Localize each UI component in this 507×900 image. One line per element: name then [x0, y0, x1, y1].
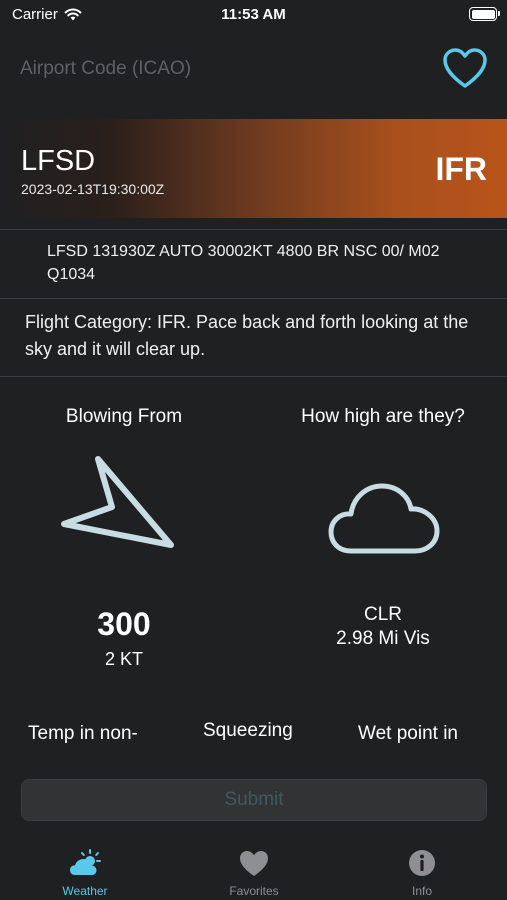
flight-category-description: Flight Category: IFR. Pace back and fort… [25, 312, 469, 359]
wind-speed-value: 2 KT [104, 649, 143, 669]
pressure-label: Squeezing [203, 720, 293, 741]
visibility-value: 2.98 Mi Vis [336, 628, 430, 649]
battery-icon [469, 7, 500, 21]
tab-favorites-label: Favorites [229, 884, 279, 898]
heart-outline-icon [443, 48, 487, 88]
tab-info[interactable]: Info [362, 838, 482, 900]
tab-bar: Weather Favorites Info [0, 838, 507, 900]
heart-icon [240, 851, 268, 876]
info-icon [409, 850, 435, 876]
tab-info-label: Info [411, 884, 432, 898]
status-bar: Carrier 11:53 AM [0, 0, 507, 30]
station-id: LFSD [21, 145, 96, 177]
tab-weather-label: Weather [62, 884, 108, 898]
raw-metar-text: LFSD 131930Z AUTO 30002KT 4800 BR NSC 00… [47, 243, 440, 283]
divider [0, 298, 507, 299]
flight-category-banner: LFSD 2023-02-13T19:30:00Z IFR [0, 119, 507, 218]
favorite-button[interactable] [441, 46, 489, 90]
search-row [0, 40, 507, 100]
observation-time: 2023-02-13T19:30:00Z [21, 181, 165, 197]
submit-button[interactable]: Submit [21, 779, 487, 821]
tab-favorites[interactable]: Favorites [194, 838, 314, 900]
wind-direction-arrow-icon [61, 456, 174, 548]
tab-weather[interactable]: Weather [25, 838, 145, 900]
sky-cover-value: CLR [363, 604, 402, 625]
airport-code-input[interactable] [20, 54, 400, 84]
temperature-label: Temp in non- [28, 723, 138, 744]
status-time: 11:53 AM [221, 6, 286, 23]
divider [0, 229, 507, 230]
wind-heading: Blowing From [65, 406, 183, 427]
flight-category-label: IFR [435, 151, 487, 187]
wind-direction-value: 300 [97, 606, 151, 642]
divider [0, 376, 507, 377]
dewpoint-label: Wet point in [358, 723, 458, 744]
cloud-icon [328, 483, 440, 554]
sky-heading: How high are they? [301, 406, 465, 427]
weather-icon [70, 849, 101, 875]
